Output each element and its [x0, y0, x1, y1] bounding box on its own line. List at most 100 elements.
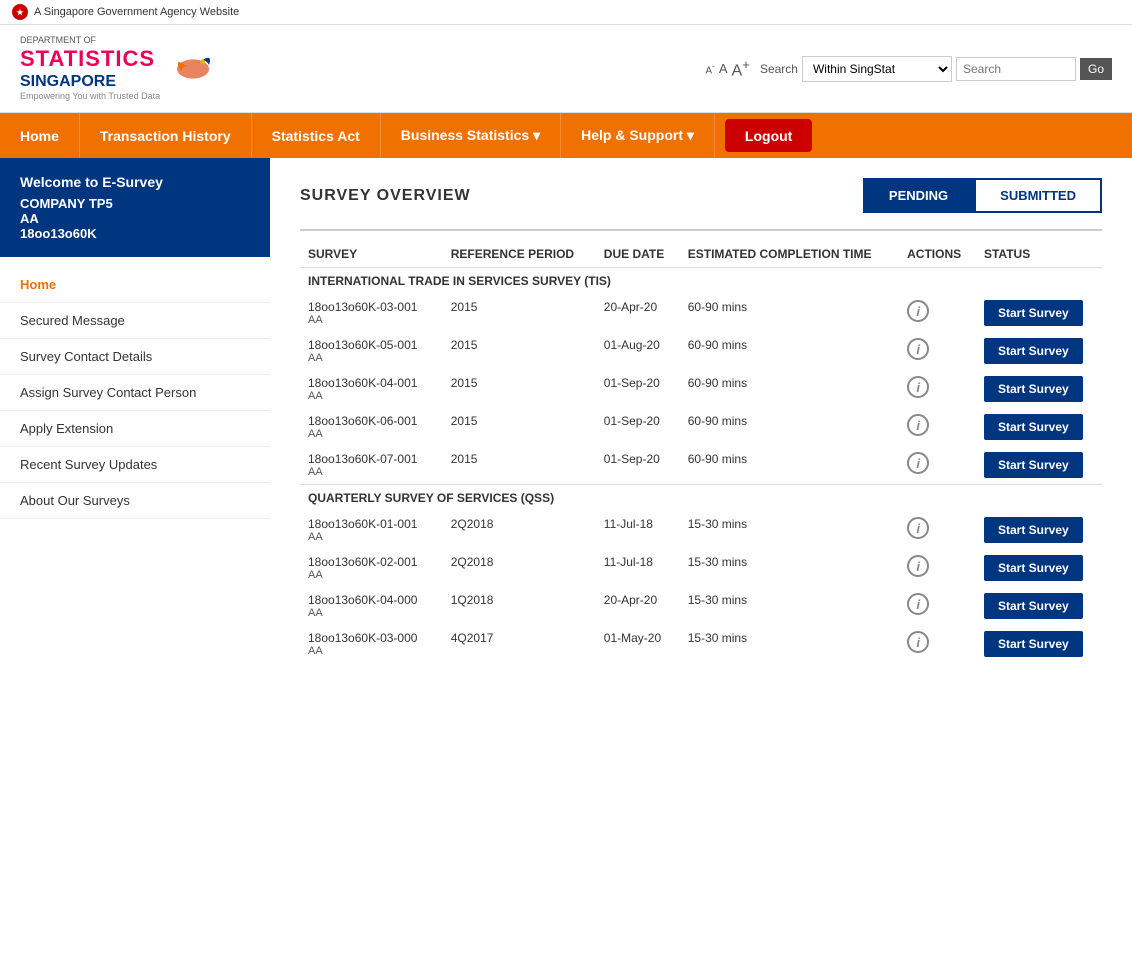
actions-cell: i	[899, 294, 976, 332]
main-nav: Home Transaction History Statistics Act …	[0, 113, 1132, 158]
col-status: STATUS	[976, 241, 1102, 268]
font-small-btn[interactable]: A-	[705, 61, 714, 76]
sidebar-item-about-surveys[interactable]: About Our Surveys	[0, 483, 270, 519]
info-icon[interactable]: i	[907, 452, 929, 474]
nav-item-help-support[interactable]: Help & Support ▾	[561, 113, 715, 158]
logo-bird	[168, 49, 218, 89]
completion-cell: 15-30 mins	[680, 511, 899, 549]
survey-ref-cell: 18oo13o60K-01-001 AA	[300, 511, 443, 549]
start-survey-button[interactable]: Start Survey	[984, 517, 1083, 543]
table-row: 18oo13o60K-01-001 AA 2Q2018 11-Jul-18 15…	[300, 511, 1102, 549]
info-icon[interactable]: i	[907, 376, 929, 398]
ref-sub: AA	[308, 569, 435, 581]
info-icon[interactable]: i	[907, 300, 929, 322]
font-large-btn[interactable]: A+	[731, 57, 749, 80]
start-survey-button[interactable]: Start Survey	[984, 376, 1083, 402]
status-cell: Start Survey	[976, 549, 1102, 587]
ref-number: 18oo13o60K-04-001	[308, 376, 435, 390]
table-row: 18oo13o60K-07-001 AA 2015 01-Sep-20 60-9…	[300, 446, 1102, 485]
start-survey-button[interactable]: Start Survey	[984, 555, 1083, 581]
due-date-cell: 01-May-20	[596, 625, 680, 663]
status-cell: Start Survey	[976, 511, 1102, 549]
info-icon[interactable]: i	[907, 414, 929, 436]
table-row: 18oo13o60K-03-001 AA 2015 20-Apr-20 60-9…	[300, 294, 1102, 332]
tab-pending[interactable]: PENDING	[863, 178, 974, 213]
ref-number: 18oo13o60K-01-001	[308, 517, 435, 531]
status-cell: Start Survey	[976, 587, 1102, 625]
ref-sub: AA	[308, 390, 435, 402]
status-cell: Start Survey	[976, 408, 1102, 446]
start-survey-button[interactable]: Start Survey	[984, 414, 1083, 440]
ref-sub: AA	[308, 314, 435, 326]
logo-text: DEPARTMENT OF STATISTICS SINGAPORE Empow…	[20, 35, 160, 102]
gov-banner-text: A Singapore Government Agency Website	[34, 6, 239, 18]
nav-item-business-statistics[interactable]: Business Statistics ▾	[381, 113, 561, 158]
actions-cell: i	[899, 549, 976, 587]
search-label: Search	[760, 62, 798, 76]
nav-item-transaction-history[interactable]: Transaction History	[80, 113, 252, 158]
info-icon[interactable]: i	[907, 517, 929, 539]
logout-button[interactable]: Logout	[725, 119, 812, 152]
info-icon[interactable]: i	[907, 593, 929, 615]
logo-dept: DEPARTMENT OF	[20, 35, 160, 46]
sidebar-item-assign-survey-contact[interactable]: Assign Survey Contact Person	[0, 375, 270, 411]
search-scope-dropdown[interactable]: Within SingStat All	[802, 56, 952, 82]
table-row: 18oo13o60K-04-000 AA 1Q2018 20-Apr-20 15…	[300, 587, 1102, 625]
main-layout: Welcome to E-Survey COMPANY TP5 AA 18oo1…	[0, 158, 1132, 957]
tab-submitted[interactable]: SUBMITTED	[974, 178, 1102, 213]
sidebar-link-home[interactable]: Home	[20, 277, 56, 292]
status-cell: Start Survey	[976, 370, 1102, 408]
completion-cell: 60-90 mins	[680, 446, 899, 485]
period-cell: 2015	[443, 332, 596, 370]
completion-cell: 60-90 mins	[680, 332, 899, 370]
ref-sub: AA	[308, 466, 435, 478]
actions-cell: i	[899, 332, 976, 370]
tab-buttons: PENDING SUBMITTED	[863, 178, 1102, 213]
actions-cell: i	[899, 587, 976, 625]
info-icon[interactable]: i	[907, 555, 929, 577]
start-survey-button[interactable]: Start Survey	[984, 593, 1083, 619]
completion-cell: 60-90 mins	[680, 294, 899, 332]
survey-ref-cell: 18oo13o60K-04-000 AA	[300, 587, 443, 625]
col-actions: ACTIONS	[899, 241, 976, 268]
sidebar-item-apply-extension[interactable]: Apply Extension	[0, 411, 270, 447]
period-cell: 2015	[443, 370, 596, 408]
nav-item-statistics-act[interactable]: Statistics Act	[252, 113, 381, 158]
period-cell: 2015	[443, 294, 596, 332]
header-right: A- A A+ Search Within SingStat All Go	[705, 56, 1112, 82]
search-input[interactable]	[956, 57, 1076, 81]
logo-tagline: Empowering You with Trusted Data	[20, 91, 160, 102]
font-mid-btn[interactable]: A	[719, 61, 728, 76]
period-cell: 2Q2018	[443, 549, 596, 587]
due-date-cell: 20-Apr-20	[596, 294, 680, 332]
actions-cell: i	[899, 370, 976, 408]
due-date-cell: 11-Jul-18	[596, 549, 680, 587]
search-go-button[interactable]: Go	[1080, 58, 1112, 80]
col-estimated-completion: ESTIMATED COMPLETION TIME	[680, 241, 899, 268]
gov-banner: ★ A Singapore Government Agency Website	[0, 0, 1132, 25]
start-survey-button[interactable]: Start Survey	[984, 338, 1083, 364]
info-icon[interactable]: i	[907, 631, 929, 653]
survey-ref-cell: 18oo13o60K-05-001 AA	[300, 332, 443, 370]
sidebar-item-secured-message[interactable]: Secured Message	[0, 303, 270, 339]
sidebar-item-survey-contact-details[interactable]: Survey Contact Details	[0, 339, 270, 375]
ref-sub: AA	[308, 428, 435, 440]
info-icon[interactable]: i	[907, 338, 929, 360]
sidebar-item-home[interactable]: Home	[0, 267, 270, 303]
survey-ref-cell: 18oo13o60K-06-001 AA	[300, 408, 443, 446]
actions-cell: i	[899, 446, 976, 485]
start-survey-button[interactable]: Start Survey	[984, 452, 1083, 478]
font-size-controls: A- A A+	[705, 57, 750, 80]
ref-number: 18oo13o60K-03-001	[308, 300, 435, 314]
col-due-date: DUE DATE	[596, 241, 680, 268]
start-survey-button[interactable]: Start Survey	[984, 631, 1083, 657]
section-row-0: INTERNATIONAL TRADE IN SERVICES SURVEY (…	[300, 268, 1102, 295]
ref-sub: AA	[308, 645, 435, 657]
nav-item-home[interactable]: Home	[0, 113, 80, 158]
sidebar-item-recent-survey-updates[interactable]: Recent Survey Updates	[0, 447, 270, 483]
survey-ref-cell: 18oo13o60K-07-001 AA	[300, 446, 443, 485]
ref-number: 18oo13o60K-05-001	[308, 338, 435, 352]
start-survey-button[interactable]: Start Survey	[984, 300, 1083, 326]
search-area: Search Within SingStat All Go	[760, 56, 1112, 82]
col-reference-period: REFERENCE PERIOD	[443, 241, 596, 268]
